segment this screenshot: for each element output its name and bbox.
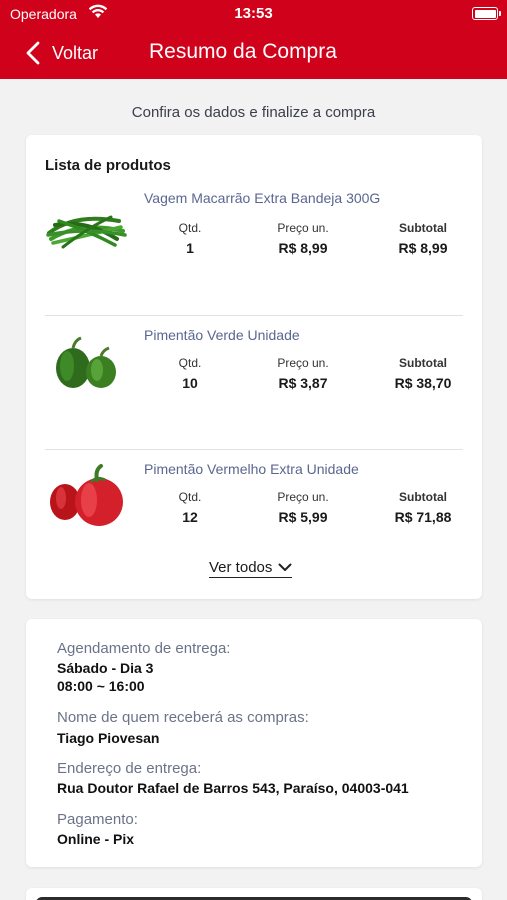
qty-column: Qtd. 1 <box>165 221 215 256</box>
subtotal-value: R$ 38,70 <box>394 375 452 391</box>
products-card-title: Lista de produtos <box>45 157 171 174</box>
chevron-down-icon <box>272 559 292 576</box>
subtotal-value: R$ 8,99 <box>398 240 448 256</box>
qty-column: Qtd. 12 <box>165 490 215 525</box>
qty-value: 1 <box>186 240 194 256</box>
unit-price-label: Preço un. <box>277 356 329 370</box>
status-bar: Operadora 13:53 <box>0 0 507 28</box>
unit-price-value: R$ 3,87 <box>278 375 328 391</box>
unit-price-column: Preço un. R$ 3,87 <box>265 356 341 391</box>
qty-label: Qtd. <box>178 221 202 235</box>
schedule-label: Agendamento de entrega: <box>57 640 231 657</box>
unit-price-value: R$ 8,99 <box>278 240 328 256</box>
red-pepper-image <box>45 460 127 530</box>
product-name[interactable]: Pimentão Verde Unidade <box>144 327 300 343</box>
delivery-address: Rua Doutor Rafael de Barros 543, Paraíso… <box>57 780 409 796</box>
clock: 13:53 <box>234 5 273 22</box>
back-label: Voltar <box>52 42 99 63</box>
qty-value: 10 <box>182 375 198 391</box>
product-row: Vagem Macarrão Extra Bandeja 300G Qtd. 1… <box>45 181 463 315</box>
subtotal-label: Subtotal <box>399 356 447 370</box>
product-name[interactable]: Vagem Macarrão Extra Bandeja 300G <box>144 190 380 206</box>
unit-price-column: Preço un. R$ 5,99 <box>265 490 341 525</box>
unit-price-value: R$ 5,99 <box>278 509 328 525</box>
unit-price-column: Preço un. R$ 8,99 <box>265 221 341 256</box>
subtotal-label: Subtotal <box>399 221 447 235</box>
product-row: Pimentão Verde Unidade Qtd. 10 Preço un.… <box>45 315 463 449</box>
address-label: Endereço de entrega: <box>57 760 202 777</box>
subtotal-column: Subtotal R$ 71,88 <box>385 490 461 525</box>
qty-column: Qtd. 10 <box>165 356 215 391</box>
battery-icon <box>472 7 501 20</box>
receiver-label: Nome de quem receberá as compras: <box>57 709 309 726</box>
subtotal-column: Subtotal R$ 38,70 <box>385 356 461 391</box>
unit-price-label: Preço un. <box>277 221 329 235</box>
green-pepper-image <box>45 326 127 396</box>
subtotal-column: Subtotal R$ 8,99 <box>385 221 461 256</box>
unit-price-label: Preço un. <box>277 490 329 504</box>
products-card: Lista de produtos Vagem Macarrão Extra B… <box>26 135 482 599</box>
back-button[interactable]: Voltar <box>26 38 98 68</box>
page-title: Resumo da Compra <box>149 40 337 63</box>
subtotal-label: Subtotal <box>399 490 447 504</box>
product-name[interactable]: Pimentão Vermelho Extra Unidade <box>144 461 359 477</box>
chevron-left-icon <box>26 41 40 65</box>
delivery-card: Agendamento de entrega: Sábado - Dia 3 0… <box>26 619 482 867</box>
green-beans-image <box>45 191 127 261</box>
subtotal-value: R$ 71,88 <box>394 509 452 525</box>
bottom-card <box>26 888 482 900</box>
header-bar: Operadora 13:53 Voltar Resumo da Compra <box>0 0 507 79</box>
qty-value: 12 <box>182 509 198 525</box>
payment-label: Pagamento: <box>57 811 138 828</box>
schedule-time: 08:00 ~ 16:00 <box>57 678 145 694</box>
schedule-day: Sábado - Dia 3 <box>57 660 154 676</box>
see-all-button[interactable]: Ver todos <box>209 559 293 578</box>
qty-label: Qtd. <box>178 490 202 504</box>
payment-method: Online - Pix <box>57 831 135 847</box>
page-subtitle: Confira os dados e finalize a compra <box>131 104 376 121</box>
receiver-name: Tiago Piovesan <box>57 730 160 746</box>
qty-label: Qtd. <box>178 356 202 370</box>
see-all-label: Ver todos <box>209 559 273 576</box>
